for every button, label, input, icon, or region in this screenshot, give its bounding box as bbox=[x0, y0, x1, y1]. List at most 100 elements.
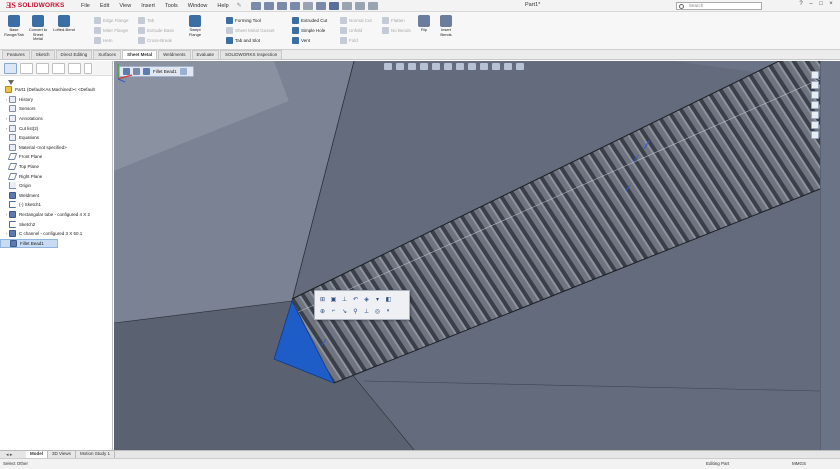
display-manager-icon[interactable] bbox=[516, 63, 524, 70]
tree-item-history[interactable]: › History bbox=[0, 95, 113, 105]
tab-3d-views[interactable]: 3D Views bbox=[48, 451, 76, 458]
rebuild-icon[interactable] bbox=[341, 1, 352, 10]
display-manager-tab-icon[interactable] bbox=[68, 62, 81, 74]
zoom-area-icon[interactable] bbox=[396, 63, 404, 70]
file-properties-icon[interactable] bbox=[354, 1, 365, 10]
tab-solidworks-inspection[interactable]: SOLIDWORKS Inspection bbox=[220, 50, 283, 59]
isolate-icon[interactable]: ◐ bbox=[384, 307, 393, 316]
tree-item-equations[interactable]: Equations bbox=[0, 133, 113, 143]
tree-item-annotations[interactable]: › Annotations bbox=[0, 114, 113, 124]
solidworks-resources-icon[interactable] bbox=[811, 71, 819, 79]
help-icon[interactable]: ? bbox=[796, 1, 806, 7]
forum-icon[interactable] bbox=[811, 131, 819, 139]
tree-item-origin[interactable]: Origin bbox=[0, 181, 113, 191]
tab-weldments[interactable]: Weldments bbox=[158, 50, 191, 59]
display-style-icon[interactable] bbox=[456, 63, 464, 70]
dynamic-annotation-icon[interactable] bbox=[432, 63, 440, 70]
base-flange-tab-button[interactable]: Base Flange/Tab bbox=[4, 15, 24, 37]
close-icon[interactable]: × bbox=[826, 1, 836, 7]
maximize-icon[interactable]: □ bbox=[816, 1, 826, 7]
view-selector-icon[interactable]: ◧ bbox=[384, 295, 393, 304]
dimxpert-tab-icon[interactable] bbox=[52, 62, 65, 74]
tab-features[interactable]: Features bbox=[2, 50, 30, 59]
tree-item-material[interactable]: Material <not specified> bbox=[0, 143, 113, 153]
tree-item-right-plane[interactable]: Right Plane bbox=[0, 171, 113, 181]
tree-item-front-plane[interactable]: Front Plane bbox=[0, 152, 113, 162]
tab-sheet-metal[interactable]: Sheet Metal bbox=[122, 50, 158, 59]
insert-bends-button[interactable]: Insert Bends bbox=[436, 15, 456, 37]
zoom-to-fit-icon[interactable] bbox=[384, 63, 392, 70]
normal-cut-button[interactable]: Normal Cut bbox=[340, 15, 372, 25]
tree-item-top-plane[interactable]: Top Plane bbox=[0, 162, 113, 172]
hem-button[interactable]: Hem bbox=[94, 35, 129, 45]
feature-manager-tab-icon[interactable] bbox=[4, 62, 17, 74]
tree-item-weldment[interactable]: Weldment bbox=[0, 191, 113, 201]
tab-motion-study-1[interactable]: Motion Study 1 bbox=[76, 451, 115, 458]
appearance-icon[interactable]: ◈ bbox=[362, 295, 371, 304]
menu-tools[interactable]: Tools bbox=[160, 3, 183, 9]
menu-edit[interactable]: Edit bbox=[95, 3, 114, 9]
custom-properties-icon[interactable] bbox=[811, 121, 819, 129]
normal-to-icon[interactable]: ⊥ bbox=[340, 295, 349, 304]
edit-feature-icon[interactable]: ⊞ bbox=[318, 295, 327, 304]
tree-item-c-channel[interactable]: › C channel - configured 3 X 50.1 bbox=[0, 229, 113, 239]
rollback-icon[interactable]: ↶ bbox=[351, 295, 360, 304]
search-input[interactable]: Search bbox=[676, 2, 762, 10]
menu-help[interactable]: Help bbox=[212, 3, 233, 9]
swept-flange-button[interactable]: Swept Flange bbox=[185, 15, 205, 37]
edit-appearance-icon[interactable] bbox=[480, 63, 488, 70]
minimize-icon[interactable]: – bbox=[806, 1, 816, 7]
lofted-bend-button[interactable]: Lofted-Bend bbox=[52, 15, 76, 33]
print-icon[interactable] bbox=[302, 1, 313, 10]
extrude-base-button[interactable]: Extrude Base bbox=[138, 25, 174, 35]
tree-item-sensors[interactable]: Sensors bbox=[0, 104, 113, 114]
tab-direct-editing[interactable]: Direct Editing bbox=[55, 50, 93, 59]
convert-to-sheet-metal-button[interactable]: Convert to Sheet Metal bbox=[28, 15, 48, 42]
cross-break-button[interactable]: Cross-Break bbox=[138, 35, 174, 45]
tab-sketch[interactable]: Sketch bbox=[30, 50, 55, 59]
property-manager-tab-icon[interactable] bbox=[20, 62, 33, 74]
configuration-manager-tab-icon[interactable] bbox=[36, 62, 49, 74]
measure-icon[interactable]: ⚲ bbox=[351, 307, 360, 316]
flatten-button[interactable]: Flatten bbox=[382, 15, 411, 25]
section-view-icon[interactable] bbox=[420, 63, 428, 70]
unfold-button[interactable]: Unfold bbox=[340, 25, 372, 35]
gusset-button[interactable]: Sheet Metal Gusset bbox=[226, 25, 275, 35]
forming-tool-button[interactable]: Forming Tool bbox=[226, 15, 275, 25]
no-bends-button[interactable]: No Bends bbox=[382, 25, 411, 35]
menu-window[interactable]: Window bbox=[183, 3, 213, 9]
file-explorer-icon[interactable] bbox=[811, 91, 819, 99]
smart-dimension-icon[interactable]: ↘ bbox=[340, 307, 349, 316]
save-icon[interactable] bbox=[289, 1, 300, 10]
hide-icon[interactable]: ◎ bbox=[373, 307, 382, 316]
more-tabs-chevron-icon[interactable] bbox=[84, 62, 92, 74]
tree-root[interactable]: Part1 (Default<As Machined>< <Default bbox=[0, 85, 113, 95]
menu-view[interactable]: View bbox=[114, 3, 136, 9]
graphics-viewport[interactable]: Fillet Bead1 ⊞ ▣ ⊥ ↶ ◈ ▾ ◧ ⊕ ⌐ ↘ ⚲ ⊥ ◎ ◐ bbox=[114, 61, 820, 450]
tree-item-rectangular-tube[interactable]: › Rectangular tube - configured 4 X 2 bbox=[0, 210, 113, 220]
view-settings-icon[interactable] bbox=[504, 63, 512, 70]
menu-file[interactable]: File bbox=[76, 3, 95, 9]
rip-button[interactable]: Rip bbox=[414, 15, 434, 33]
sketch-line-icon[interactable]: ⌐ bbox=[329, 307, 338, 316]
tab-evaluate[interactable]: Evaluate bbox=[191, 50, 220, 59]
tab-and-slot-button[interactable]: Tab and Slot bbox=[226, 35, 275, 45]
menu-insert[interactable]: Insert bbox=[136, 3, 160, 9]
edit-sketch-icon[interactable]: ▣ bbox=[329, 295, 338, 304]
simple-hole-button[interactable]: Simple Hole bbox=[292, 25, 327, 35]
pin-icon[interactable]: ✎ bbox=[237, 2, 242, 9]
design-library-icon[interactable] bbox=[811, 81, 819, 89]
chevron-down-icon[interactable]: ▾ bbox=[373, 295, 382, 304]
tree-item-sketch2[interactable]: Sketch2 bbox=[0, 219, 113, 229]
open-icon[interactable] bbox=[276, 1, 287, 10]
apply-scene-icon[interactable] bbox=[492, 63, 500, 70]
undo-icon[interactable] bbox=[315, 1, 326, 10]
home-icon[interactable] bbox=[250, 1, 261, 10]
solidworks-logo[interactable]: ƎS SOLIDWORKS bbox=[0, 1, 76, 10]
edge-flange-button[interactable]: Edge Flange bbox=[94, 15, 129, 25]
tree-item-sketch1[interactable]: (-) Sketch1 bbox=[0, 200, 113, 210]
miter-flange-button[interactable]: Miter Flange bbox=[94, 25, 129, 35]
tree-item-fillet-bead1[interactable]: Fillet Bead1 bbox=[0, 238, 58, 249]
unit-system-selector[interactable]: MMGS bbox=[792, 461, 806, 466]
tab-button[interactable]: Tab bbox=[138, 15, 174, 25]
